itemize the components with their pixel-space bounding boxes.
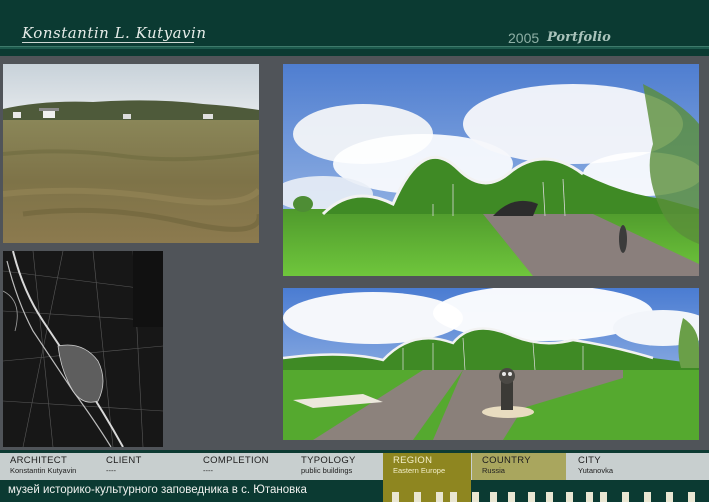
museum-render-front	[283, 288, 699, 440]
info-architect: ARCHITECT Konstantin Kutyavin	[0, 453, 95, 480]
info-region-label: REGION	[393, 455, 433, 466]
info-city-label: CITY	[578, 455, 601, 466]
info-completion-value: ----	[203, 466, 213, 475]
info-client-value: ----	[106, 466, 116, 475]
info-country-label: COUNTRY	[482, 455, 531, 466]
info-completion-label: COMPLETION	[203, 455, 269, 466]
header-divider	[0, 46, 709, 49]
info-country-value: Russia	[482, 466, 505, 475]
portfolio-label: Portfolio	[547, 30, 611, 45]
info-region-value: Eastern Europe	[393, 466, 446, 475]
info-country: COUNTRY Russia	[472, 453, 566, 480]
info-typology: TYPOLOGY public buildings	[291, 453, 382, 480]
site-photo	[3, 64, 259, 243]
project-title: музей историко-культурного заповедника в…	[8, 484, 307, 496]
info-city-value: Yutanovka	[578, 466, 614, 475]
site-map	[3, 251, 163, 447]
title-underline	[22, 42, 194, 43]
portfolio-year: 2005	[508, 30, 540, 46]
info-completion: COMPLETION ----	[193, 453, 290, 480]
footer-tick-ornament	[390, 492, 709, 502]
museum-render-perspective	[283, 64, 699, 276]
architect-name-title: Konstantin L. Kutyavin	[22, 24, 207, 42]
info-client: CLIENT ----	[96, 453, 192, 480]
info-typology-label: TYPOLOGY	[301, 455, 356, 466]
info-typology-value: public buildings	[301, 466, 353, 475]
info-architect-label: ARCHITECT	[10, 455, 68, 466]
info-region: REGION Eastern Europe	[383, 453, 471, 480]
info-client-label: CLIENT	[106, 455, 142, 466]
info-city: CITY Yutanovka	[568, 453, 657, 480]
info-architect-value: Konstantin Kutyavin	[10, 466, 77, 475]
